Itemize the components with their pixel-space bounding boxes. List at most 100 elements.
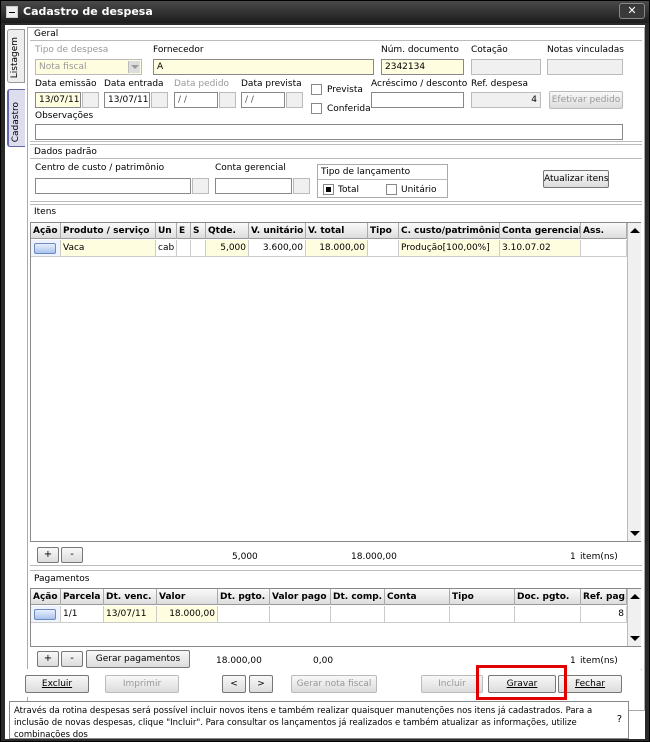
- cell-e[interactable]: [177, 240, 191, 257]
- scroll-up-icon[interactable]: [630, 228, 640, 233]
- data-emissao-calendar-icon[interactable]: [82, 92, 99, 108]
- conta-gerencial-field[interactable]: [215, 178, 292, 194]
- data-prevista-field[interactable]: / /: [241, 92, 285, 108]
- row-action-cell[interactable]: [31, 606, 61, 623]
- col-e[interactable]: E: [177, 223, 191, 239]
- close-button[interactable]: ✕: [619, 3, 645, 19]
- scroll-down-icon[interactable]: [630, 636, 640, 641]
- col-acao[interactable]: Ação: [31, 589, 61, 605]
- cell-dt-venc[interactable]: 13/07/11: [104, 606, 157, 623]
- cell-tipo[interactable]: [450, 606, 515, 623]
- prevista-checkbox[interactable]: [311, 84, 322, 95]
- tab-listagem[interactable]: Listagem: [7, 29, 25, 83]
- row-action-cell[interactable]: [31, 240, 61, 257]
- cell-tipo[interactable]: [368, 240, 399, 257]
- tipo-lancamento-total-radio[interactable]: [323, 184, 334, 195]
- data-entrada-field[interactable]: 13/07/11: [104, 92, 150, 108]
- num-documento-field[interactable]: 2342134: [381, 59, 464, 75]
- col-valor-pago[interactable]: Valor pago: [270, 589, 331, 605]
- fornecedor-field[interactable]: A: [153, 59, 374, 75]
- window-menu-icon[interactable]: [6, 6, 18, 18]
- col-ref-pag[interactable]: Ref. pag.: [581, 589, 627, 605]
- excluir-button[interactable]: Excluir: [25, 675, 89, 693]
- cell-valor[interactable]: 18.000,00: [157, 606, 218, 623]
- add-item-button[interactable]: +: [37, 547, 59, 563]
- col-tipo[interactable]: Tipo: [450, 589, 515, 605]
- col-valor[interactable]: Valor: [157, 589, 218, 605]
- col-un[interactable]: Un: [156, 223, 177, 239]
- tipo-despesa-select[interactable]: Nota fiscal: [35, 59, 142, 75]
- prev-record-button[interactable]: <: [222, 675, 246, 693]
- col-ass[interactable]: Ass.: [581, 223, 627, 239]
- col-s[interactable]: S: [191, 223, 206, 239]
- cotacao-field[interactable]: [471, 59, 541, 75]
- cell-valor-pago[interactable]: [270, 606, 331, 623]
- centro-custo-lookup-icon[interactable]: [192, 178, 209, 194]
- add-pagamento-button[interactable]: +: [37, 651, 59, 667]
- col-conta[interactable]: Conta: [385, 589, 450, 605]
- col-produto[interactable]: Produto / serviço: [61, 223, 156, 239]
- col-acao[interactable]: Ação: [31, 223, 61, 239]
- data-prevista-calendar-icon[interactable]: [286, 92, 303, 108]
- cell-doc[interactable]: [515, 606, 581, 623]
- col-v-unitario[interactable]: V. unitário: [249, 223, 306, 239]
- cell-ccusto[interactable]: Produção[100,00%]: [399, 240, 500, 257]
- acrescimo-field[interactable]: [371, 92, 464, 108]
- itens-scrollbar[interactable]: [627, 223, 641, 541]
- gerar-nota-fiscal-button[interactable]: Gerar nota fiscal: [291, 675, 377, 693]
- tab-cadastro[interactable]: Cadastro: [7, 89, 25, 147]
- col-dt-pgto[interactable]: Dt. pgto.: [218, 589, 270, 605]
- observacoes-field[interactable]: [35, 124, 623, 140]
- col-qtde[interactable]: Qtde.: [206, 223, 249, 239]
- row-edit-icon[interactable]: [34, 609, 56, 620]
- cell-parcela[interactable]: 1/1: [61, 606, 104, 623]
- incluir-button[interactable]: Incluir: [421, 675, 483, 693]
- cell-ass[interactable]: [581, 240, 627, 257]
- cell-qtde[interactable]: 5,000: [206, 240, 249, 257]
- cell-un[interactable]: cab: [156, 240, 177, 257]
- gerar-pagamentos-button[interactable]: Gerar pagamentos: [86, 650, 190, 668]
- cell-s[interactable]: [191, 240, 206, 257]
- col-conta-gerencial[interactable]: Conta gerencial: [500, 223, 581, 239]
- scroll-up-icon[interactable]: [630, 594, 640, 599]
- help-icon[interactable]: ?: [617, 714, 622, 726]
- tipo-lancamento-unitario-radio[interactable]: [386, 184, 397, 195]
- cell-dt-comp[interactable]: [331, 606, 385, 623]
- col-parcela[interactable]: Parcela: [61, 589, 104, 605]
- cell-produto[interactable]: Vaca: [61, 240, 156, 257]
- row-edit-icon[interactable]: [34, 243, 56, 254]
- cell-v-unitario[interactable]: 3.600,00: [249, 240, 306, 257]
- scroll-down-icon[interactable]: [630, 531, 640, 536]
- cell-ref[interactable]: 8: [581, 606, 627, 623]
- remove-pagamento-button[interactable]: -: [61, 651, 83, 667]
- imprimir-button[interactable]: Imprimir: [105, 675, 179, 693]
- cell-dt-pgto[interactable]: [218, 606, 270, 623]
- fechar-button[interactable]: Fechar: [558, 675, 622, 693]
- col-dt-comp[interactable]: Dt. comp.: [331, 589, 385, 605]
- data-emissao-field[interactable]: 13/07/11: [35, 92, 81, 108]
- conferida-checkbox[interactable]: [311, 103, 322, 114]
- conta-gerencial-lookup-icon[interactable]: [293, 178, 310, 194]
- atualizar-itens-button[interactable]: Atualizar itens: [543, 170, 609, 188]
- status-help-text: Através da rotina despesas será possível…: [9, 701, 629, 739]
- centro-custo-field[interactable]: [35, 178, 191, 194]
- col-v-total[interactable]: V. total: [306, 223, 368, 239]
- pagamentos-total-pago: 0,00: [313, 656, 334, 666]
- data-pedido-field[interactable]: / /: [174, 92, 218, 108]
- cell-conta[interactable]: [385, 606, 450, 623]
- remove-item-button[interactable]: -: [61, 547, 83, 563]
- pagamentos-scrollbar[interactable]: [627, 589, 641, 646]
- table-row[interactable]: 1/1 13/07/11 18.000,00 8: [31, 606, 627, 623]
- data-entrada-calendar-icon[interactable]: [151, 92, 168, 108]
- efetivar-pedido-button[interactable]: Efetivar pedido: [549, 91, 623, 109]
- data-pedido-calendar-icon[interactable]: [219, 92, 236, 108]
- notas-vinculadas-field[interactable]: [547, 59, 623, 75]
- cell-conta[interactable]: 3.10.07.02: [500, 240, 581, 257]
- next-record-button[interactable]: >: [249, 675, 273, 693]
- col-dt-venc[interactable]: Dt. venc.: [104, 589, 157, 605]
- col-tipo[interactable]: Tipo: [368, 223, 399, 239]
- col-doc-pgto[interactable]: Doc. pgto.: [515, 589, 581, 605]
- col-ccusto[interactable]: C. custo/patrimônio: [399, 223, 500, 239]
- table-row[interactable]: Vaca cab 5,000 3.600,00 18.000,00 Produç…: [31, 240, 627, 257]
- cell-v-total[interactable]: 18.000,00: [306, 240, 368, 257]
